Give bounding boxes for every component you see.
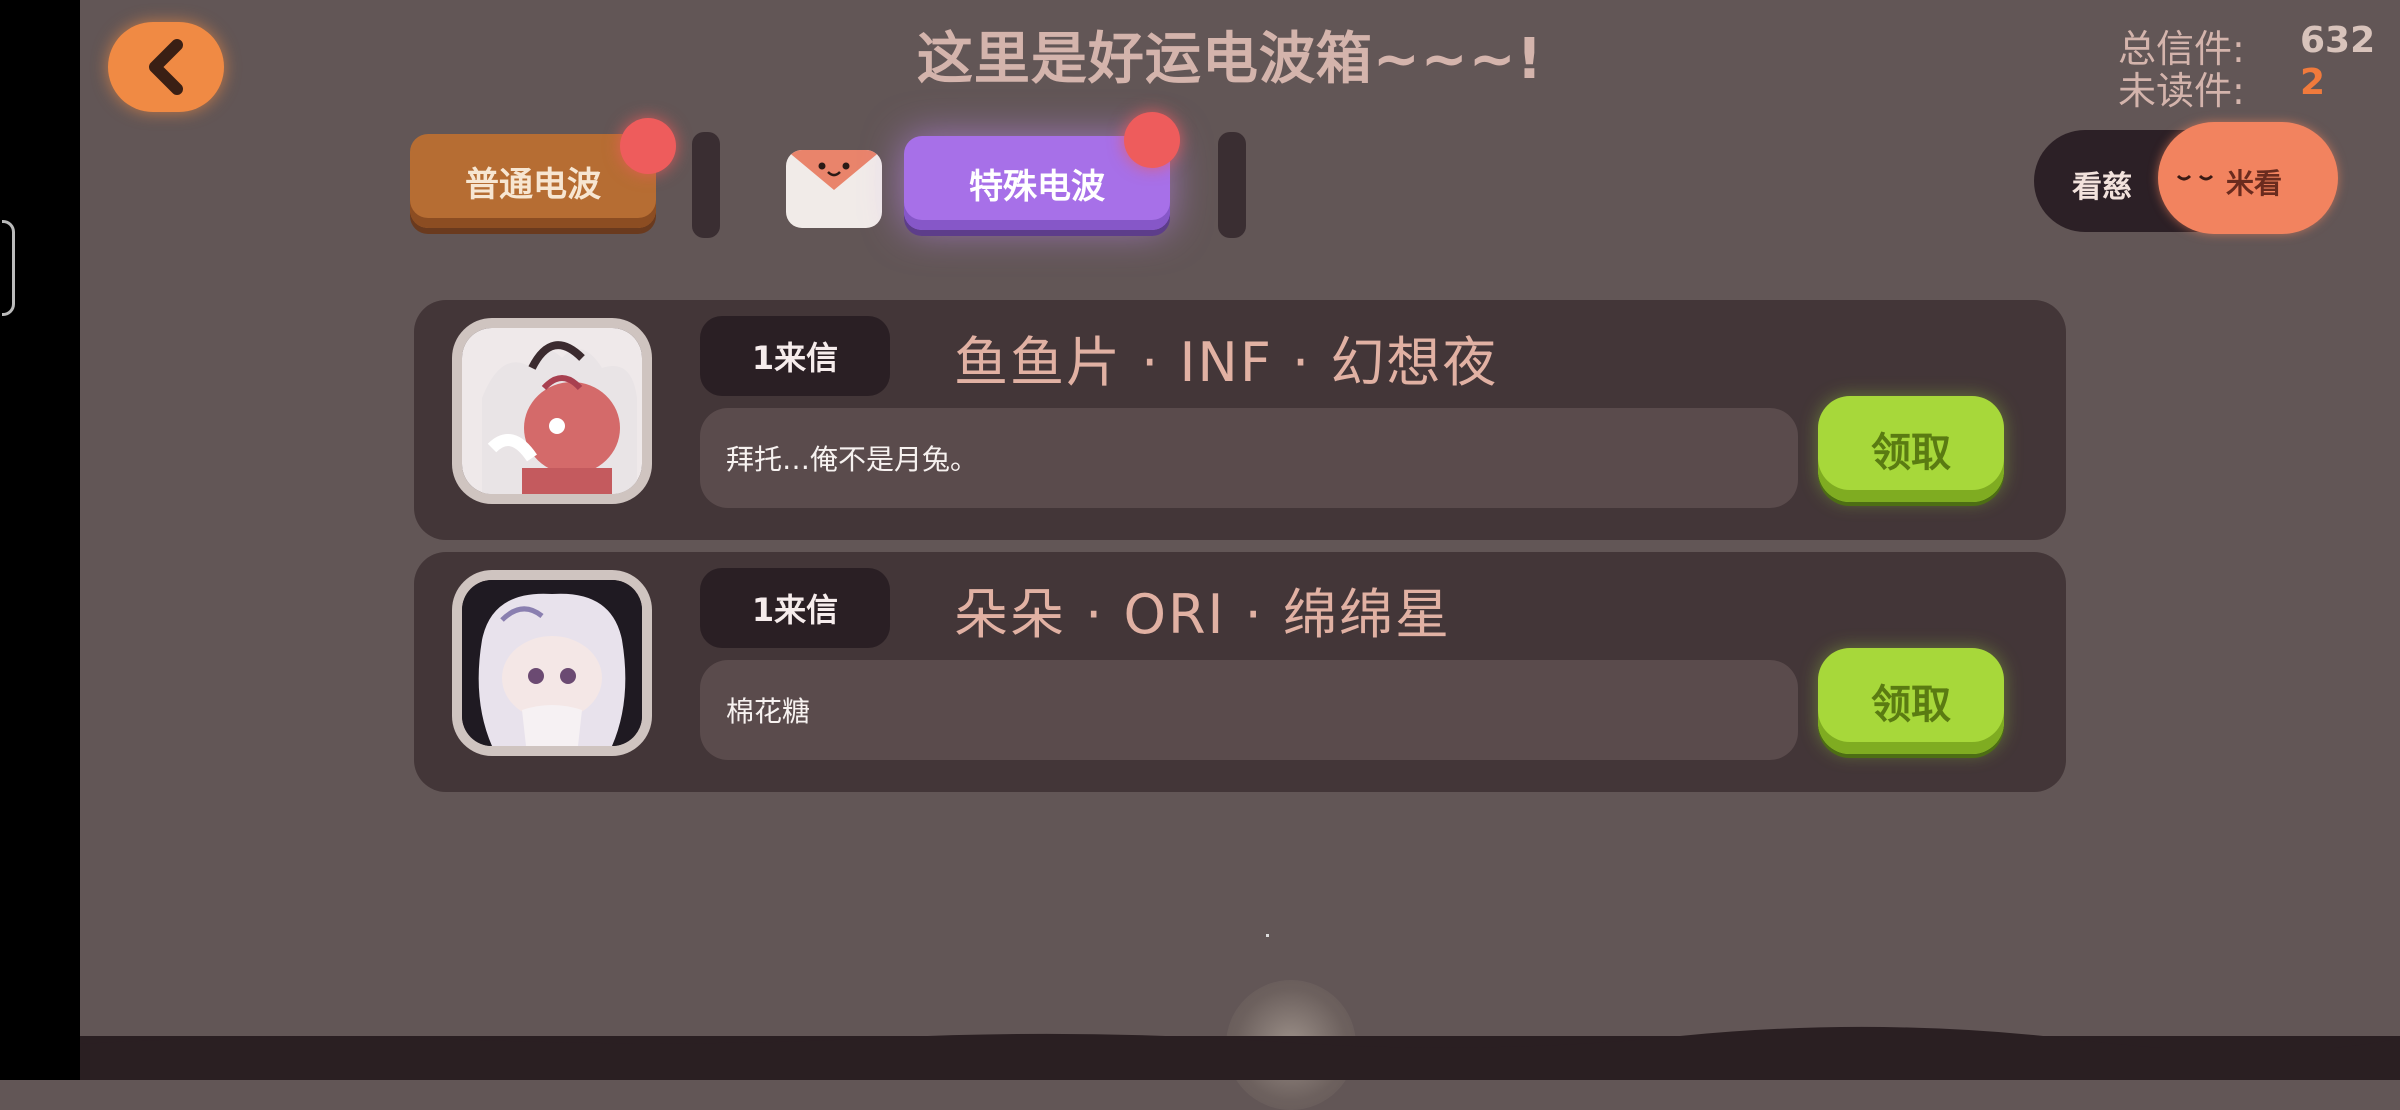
letter-count-badge: 1来信	[700, 316, 890, 396]
star-sparkle	[1266, 934, 1269, 937]
character-avatar-icon	[462, 328, 642, 494]
claim-button-label: 领取	[1871, 682, 1951, 728]
mail-icon	[786, 150, 882, 228]
system-side-bar	[0, 0, 80, 1080]
sender-name: 朵朵 · ORI · 绵绵星	[954, 583, 1451, 646]
unread-letters-label: 未读件:	[2118, 69, 2245, 113]
letter-count-badge: 1来信	[700, 568, 890, 648]
message-text: 拜托…俺不是月兔。	[726, 443, 979, 476]
message-box: 拜托…俺不是月兔。	[700, 408, 1798, 508]
avatar[interactable]	[452, 570, 652, 756]
divider	[1218, 132, 1246, 238]
sender-name: 鱼鱼片 · INF · 幻想夜	[954, 331, 1499, 394]
tab-normal-wave-label: 普通电波	[465, 164, 601, 205]
page-title: 这里是好运电波箱~~~!	[916, 27, 1544, 92]
claim-button[interactable]: 领取	[1818, 648, 2004, 754]
back-button[interactable]	[108, 22, 224, 112]
knob-face-icon	[2176, 174, 2214, 181]
character-avatar-icon	[462, 580, 642, 746]
tab-special-wave-label: 特殊电波	[969, 166, 1105, 207]
claim-button-label: 领取	[1871, 430, 1951, 476]
unread-letters-value: 2	[2300, 62, 2326, 103]
claim-button[interactable]: 领取	[1818, 396, 2004, 502]
avatar[interactable]	[452, 318, 652, 504]
ground-silhouette	[80, 1026, 2400, 1080]
message-text: 棉花糖	[726, 695, 811, 728]
notification-dot	[620, 118, 676, 174]
divider	[692, 132, 720, 238]
toggle-right-label: 米看	[2226, 167, 2283, 200]
mail-face-icon	[818, 162, 850, 177]
ground-edge-shape	[80, 1026, 2400, 1048]
notification-dot	[1124, 112, 1180, 168]
toggle-knob[interactable]: 米看	[2158, 122, 2338, 234]
letter-card: 1来信 鱼鱼片 · INF · 幻想夜 拜托…俺不是月兔。 领取	[414, 300, 2066, 540]
letter-card: 1来信 朵朵 · ORI · 绵绵星 棉花糖 领取	[414, 552, 2066, 792]
toggle-left-label: 看慈	[2072, 170, 2132, 205]
message-box: 棉花糖	[700, 660, 1798, 760]
chevron-left-icon	[149, 39, 183, 95]
total-letters-value: 632	[2300, 20, 2376, 61]
side-handle[interactable]	[2, 220, 15, 316]
